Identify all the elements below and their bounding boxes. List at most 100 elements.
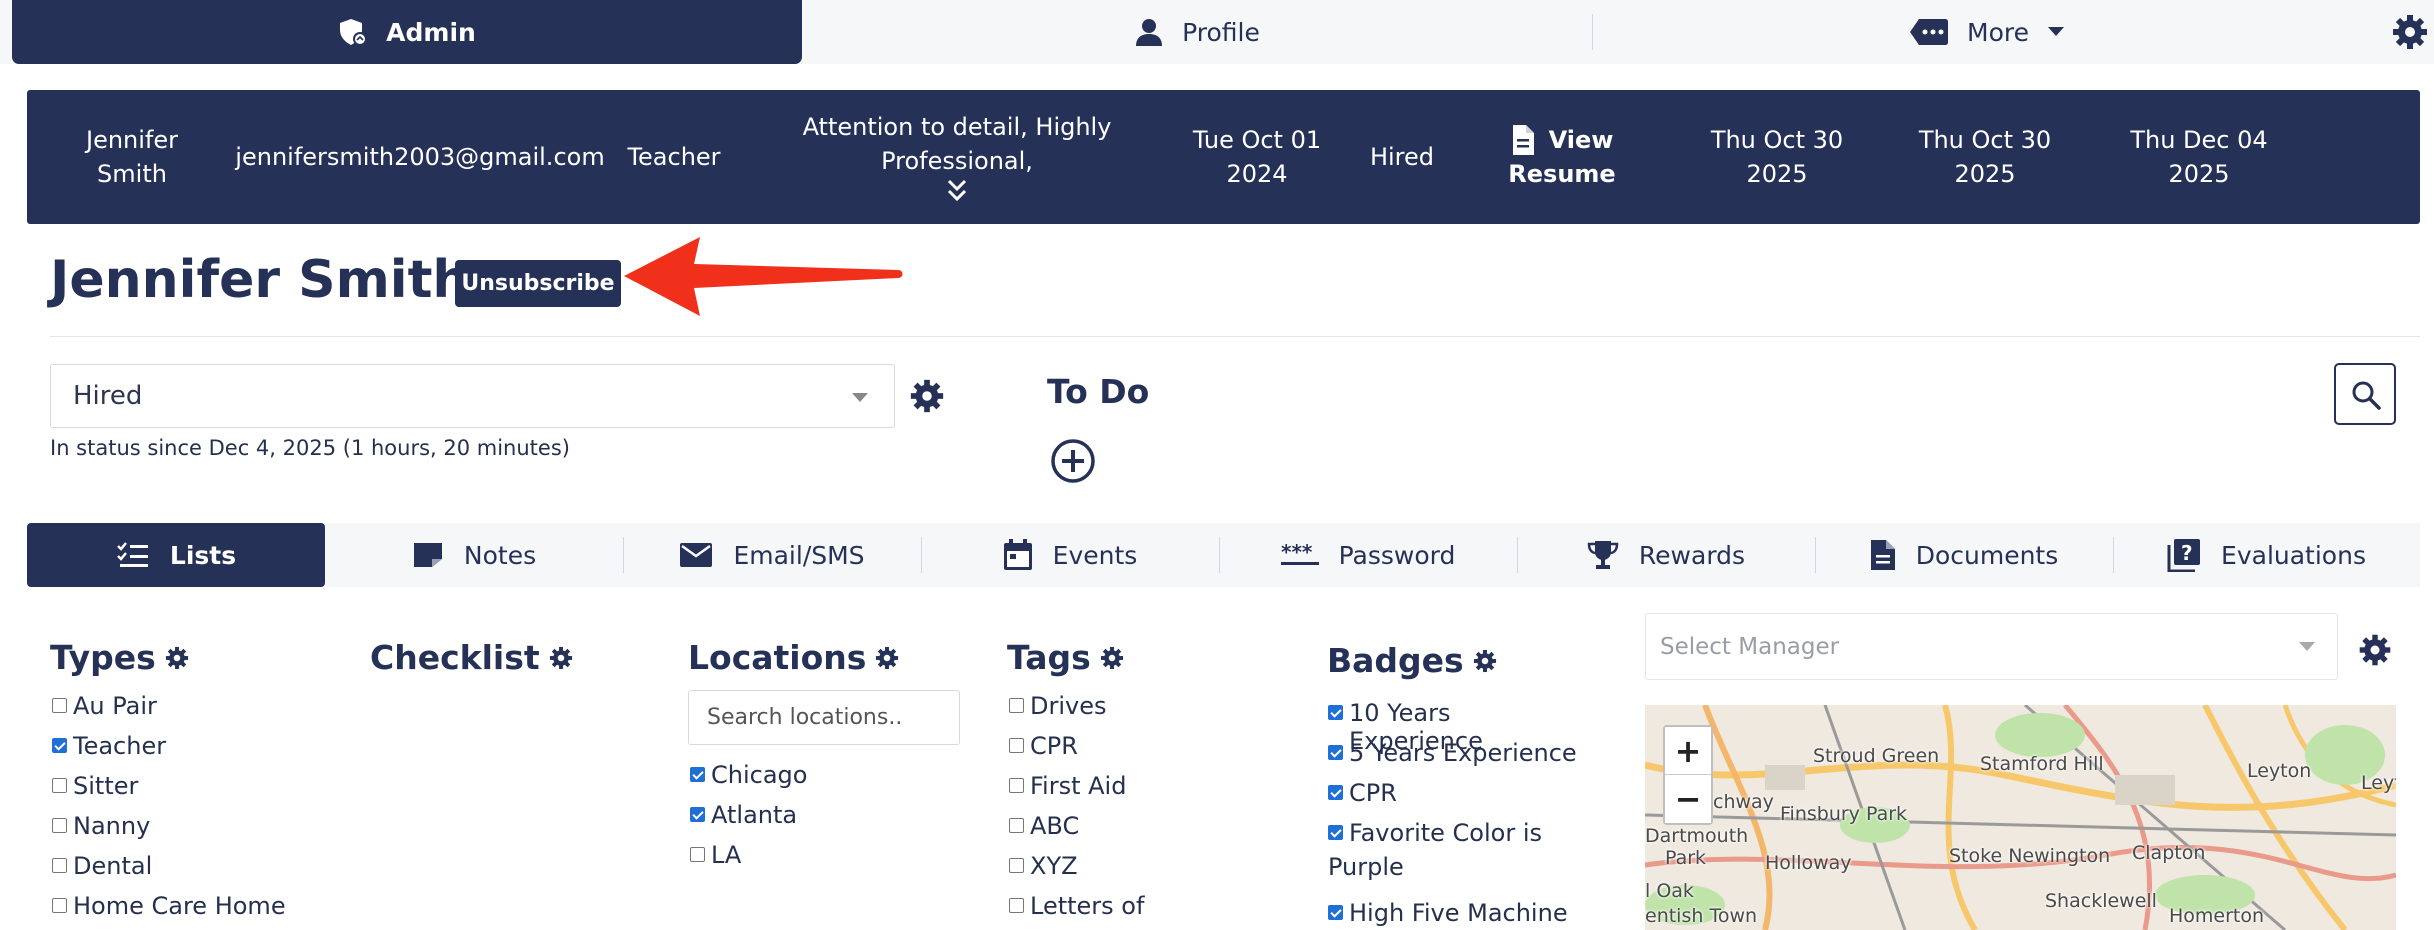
list-item[interactable]: LA bbox=[690, 835, 807, 875]
checkbox-label: High Five Machine bbox=[1349, 899, 1568, 927]
candidate-summary-banner: Jennifer Smith jennifersmith2003@gmail.c… bbox=[27, 90, 2420, 224]
list-item[interactable]: Letters of bbox=[1009, 886, 1144, 926]
caret-down-icon bbox=[2047, 27, 2064, 36]
badges-gear-icon[interactable] bbox=[1472, 648, 1498, 674]
list-item[interactable]: CPR bbox=[1009, 726, 1144, 766]
checkbox[interactable] bbox=[1009, 738, 1024, 753]
checkbox[interactable] bbox=[690, 767, 705, 782]
map-label: entish Town bbox=[1645, 905, 1758, 927]
list-item[interactable]: Sitter bbox=[52, 766, 286, 806]
list-item[interactable]: 5 Years Experience bbox=[1328, 733, 1588, 773]
tab-password[interactable]: *** Password bbox=[1219, 523, 1517, 587]
checkbox-label: Dental bbox=[73, 852, 153, 880]
nav-admin-label: Admin bbox=[386, 17, 476, 47]
list-item[interactable]: Au Pair bbox=[52, 686, 286, 726]
checkbox[interactable] bbox=[1009, 858, 1024, 873]
types-gear-icon[interactable] bbox=[164, 645, 190, 671]
manager-gear-icon[interactable] bbox=[2357, 632, 2393, 668]
checklist-gear-icon[interactable] bbox=[548, 645, 574, 671]
tab-documents[interactable]: Documents bbox=[1815, 523, 2113, 587]
nav-tab-profile[interactable]: Profile bbox=[802, 0, 1592, 64]
checkbox[interactable] bbox=[1328, 825, 1343, 840]
status-since-text: In status since Dec 4, 2025 (1 hours, 20… bbox=[50, 436, 570, 460]
list-item[interactable]: Dental bbox=[52, 846, 286, 886]
checkbox[interactable] bbox=[1328, 705, 1343, 720]
locations-search-input[interactable] bbox=[688, 690, 960, 745]
checkbox[interactable] bbox=[1328, 905, 1343, 920]
checkbox-label-line2: Purple bbox=[1328, 853, 1404, 881]
status-select[interactable]: Hired bbox=[50, 364, 895, 428]
tags-list: Drives CPR First Aid ABC XYZ Letters of bbox=[1009, 686, 1144, 926]
checkbox[interactable] bbox=[52, 698, 67, 713]
checkbox[interactable] bbox=[690, 807, 705, 822]
list-item[interactable]: Drives bbox=[1009, 686, 1144, 726]
status-gear-icon[interactable] bbox=[908, 377, 946, 415]
map-label: Clapton bbox=[2132, 842, 2206, 864]
tab-password-label: Password bbox=[1338, 540, 1456, 570]
list-item[interactable]: Atlanta bbox=[690, 795, 807, 835]
summary-name: Jennifer Smith bbox=[47, 90, 217, 224]
tab-evaluations[interactable]: ? Evaluations bbox=[2113, 523, 2420, 587]
checkbox[interactable] bbox=[1009, 778, 1024, 793]
checkbox-label: LA bbox=[711, 841, 742, 869]
map-label: chway bbox=[1713, 791, 1774, 813]
settings-gear-icon[interactable] bbox=[2390, 12, 2430, 52]
add-todo-plus-circle-icon[interactable] bbox=[1050, 438, 1096, 484]
search-button[interactable] bbox=[2334, 363, 2396, 425]
tab-events-label: Events bbox=[1052, 540, 1138, 570]
tag-more-icon bbox=[1910, 19, 1948, 45]
tab-notes[interactable]: Notes bbox=[325, 523, 623, 587]
note-icon bbox=[413, 543, 442, 567]
list-item[interactable]: Teacher bbox=[52, 726, 286, 766]
list-item[interactable]: ABC bbox=[1009, 806, 1144, 846]
unsubscribe-button[interactable]: Unsubscribe bbox=[455, 260, 621, 307]
checkbox[interactable] bbox=[52, 858, 67, 873]
checkbox-label: Teacher bbox=[73, 732, 167, 760]
header-divider bbox=[50, 336, 2420, 337]
location-map[interactable]: Stroud Green Stamford Hill Leyton Leyt c… bbox=[1645, 705, 2396, 930]
nav-tab-admin[interactable]: Admin bbox=[12, 0, 802, 64]
checkbox[interactable] bbox=[52, 818, 67, 833]
document-icon bbox=[1870, 540, 1895, 570]
tab-lists[interactable]: Lists bbox=[27, 523, 325, 587]
map-zoom-out-button[interactable]: − bbox=[1665, 775, 1711, 823]
checkbox[interactable] bbox=[1009, 898, 1024, 913]
map-label: Shacklewell bbox=[2045, 890, 2157, 912]
list-item[interactable]: Nanny bbox=[52, 806, 286, 846]
locations-gear-icon[interactable] bbox=[874, 645, 900, 671]
map-zoom-in-button[interactable]: + bbox=[1665, 727, 1711, 775]
checkbox[interactable] bbox=[1328, 745, 1343, 760]
checkbox[interactable] bbox=[52, 898, 67, 913]
checkbox[interactable] bbox=[1009, 698, 1024, 713]
checkbox-label: Favorite Color is bbox=[1349, 819, 1542, 847]
nav-tab-more[interactable]: More bbox=[1592, 0, 2382, 64]
list-item[interactable]: XYZ bbox=[1009, 846, 1144, 886]
select-manager-dropdown[interactable]: Select Manager bbox=[1645, 613, 2338, 680]
checkbox[interactable] bbox=[1009, 818, 1024, 833]
checkbox[interactable] bbox=[690, 847, 705, 862]
tab-lists-label: Lists bbox=[169, 540, 237, 570]
tab-events[interactable]: Events bbox=[921, 523, 1219, 587]
summary-date2-line1: Thu Oct 30 bbox=[1710, 126, 1844, 154]
types-list: Au Pair Teacher Sitter Nanny Dental Home… bbox=[52, 686, 286, 926]
expand-double-chevron-icon[interactable] bbox=[946, 178, 968, 204]
map-label: Park bbox=[1665, 847, 1707, 869]
list-item[interactable]: High Five Machine bbox=[1328, 893, 1588, 930]
checklist-icon bbox=[117, 542, 148, 567]
list-item[interactable]: First Aid bbox=[1009, 766, 1144, 806]
tab-rewards[interactable]: Rewards bbox=[1517, 523, 1815, 587]
map-label: Holloway bbox=[1765, 852, 1852, 874]
checkbox[interactable] bbox=[52, 738, 67, 753]
tags-gear-icon[interactable] bbox=[1099, 645, 1125, 671]
checkbox[interactable] bbox=[1328, 785, 1343, 800]
list-item[interactable]: 10 Years Experience bbox=[1328, 693, 1588, 755]
list-item[interactable]: Favorite Color is Purple bbox=[1328, 813, 1588, 893]
view-resume-link[interactable]: View Resume bbox=[1487, 90, 1637, 224]
user-icon bbox=[1136, 19, 1163, 46]
locations-list: Chicago Atlanta LA bbox=[690, 755, 807, 875]
tab-email-sms[interactable]: Email/SMS bbox=[623, 523, 921, 587]
list-item[interactable]: CPR bbox=[1328, 773, 1588, 813]
list-item[interactable]: Chicago bbox=[690, 755, 807, 795]
checkbox[interactable] bbox=[52, 778, 67, 793]
list-item[interactable]: Home Care Home bbox=[52, 886, 286, 926]
